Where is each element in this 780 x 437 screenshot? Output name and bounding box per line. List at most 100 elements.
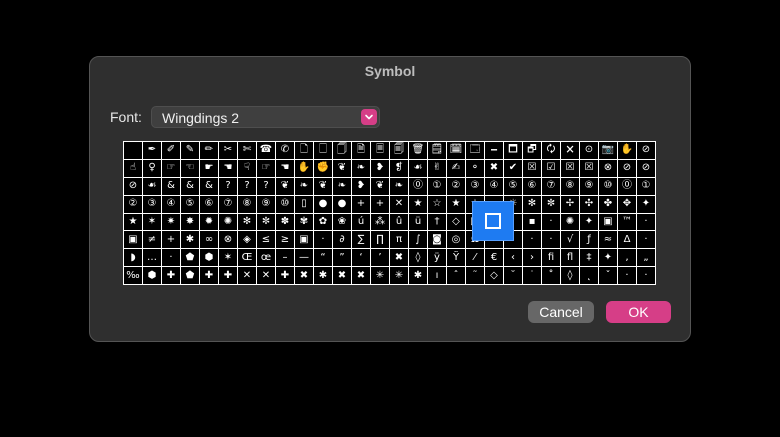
- symbol-cell[interactable]: 🗔: [466, 142, 484, 159]
- symbol-cell[interactable]: ❥: [371, 159, 389, 177]
- symbol-cell[interactable]: ✎: [181, 142, 199, 159]
- symbol-cell[interactable]: ⁄: [466, 249, 484, 267]
- symbol-cell[interactable]: ∑: [352, 231, 370, 249]
- symbol-cell[interactable]: ⑤: [181, 195, 199, 213]
- symbol-cell[interactable]: ①: [428, 177, 446, 195]
- symbol-cell[interactable]: ②: [447, 177, 465, 195]
- symbol-cell[interactable]: ▪: [523, 213, 541, 231]
- symbol-cell[interactable]: ✦: [580, 213, 598, 231]
- symbol-cell[interactable]: ⑤: [504, 177, 522, 195]
- symbol-cell[interactable]: ✺: [219, 213, 237, 231]
- symbol-cell[interactable]: ❦: [314, 177, 332, 195]
- symbol-cell[interactable]: ✂: [219, 142, 237, 159]
- symbol-cell[interactable]: ▣: [599, 213, 617, 231]
- ok-button[interactable]: OK: [606, 301, 671, 323]
- symbol-cell[interactable]: 🗌: [314, 142, 332, 159]
- symbol-cell[interactable]: ˚: [542, 267, 560, 284]
- symbol-cell[interactable]: +: [162, 231, 180, 249]
- symbol-cell[interactable]: ˛: [580, 267, 598, 284]
- symbol-cell[interactable]: ⑨: [580, 177, 598, 195]
- symbol-cell[interactable]: ·: [542, 213, 560, 231]
- symbol-cell[interactable]: ♀: [143, 159, 161, 177]
- symbol-cell[interactable]: ⑥: [200, 195, 218, 213]
- symbol-cell[interactable]: ✷: [162, 213, 180, 231]
- symbol-cell[interactable]: ✚: [162, 267, 180, 284]
- symbol-cell[interactable]: ✌: [428, 159, 446, 177]
- symbol-cell[interactable]: ◗: [124, 249, 142, 267]
- symbol-cell[interactable]: ⊘: [637, 159, 655, 177]
- symbol-cell[interactable]: ⊘: [618, 159, 636, 177]
- symbol-cell[interactable]: ★: [409, 195, 427, 213]
- symbol-cell[interactable]: 🗋: [295, 142, 313, 159]
- symbol-cell[interactable]: ✖: [485, 159, 503, 177]
- symbol-cell[interactable]: ✱: [181, 231, 199, 249]
- symbol-cell[interactable]: ☙: [409, 159, 427, 177]
- symbol-cell[interactable]: ™: [618, 213, 636, 231]
- symbol-cell[interactable]: ✶: [143, 213, 161, 231]
- symbol-cell[interactable]: ☜: [181, 159, 199, 177]
- symbol-cell[interactable]: ∞: [200, 231, 218, 249]
- symbol-cell[interactable]: ✶: [219, 249, 237, 267]
- symbol-cell[interactable]: 🗗: [523, 142, 541, 159]
- symbol-cell[interactable]: ✺: [561, 213, 579, 231]
- symbol-cell[interactable]: ⑧: [238, 195, 256, 213]
- symbol-cell[interactable]: 🗓: [447, 142, 465, 159]
- symbol-cell[interactable]: ˇ: [599, 267, 617, 284]
- symbol-cell[interactable]: Δ: [618, 231, 636, 249]
- symbol-cell[interactable]: ·: [637, 267, 655, 284]
- symbol-cell[interactable]: ②: [124, 195, 142, 213]
- symbol-cell[interactable]: ⬢: [143, 267, 161, 284]
- symbol-cell[interactable]: ⬢: [200, 249, 218, 267]
- symbol-cell[interactable]: 🗍: [333, 142, 351, 159]
- symbol-cell[interactable]: ⊗: [219, 231, 237, 249]
- symbol-cell[interactable]: ❧: [390, 177, 408, 195]
- symbol-cell[interactable]: ˆ: [447, 267, 465, 284]
- symbol-cell[interactable]: ‘: [352, 249, 370, 267]
- symbol-cell[interactable]: ✸: [181, 213, 199, 231]
- symbol-cell[interactable]: ⑨: [257, 195, 275, 213]
- symbol-cell[interactable]: ☒: [523, 159, 541, 177]
- symbol-cell[interactable]: ●: [333, 195, 351, 213]
- symbol-cell[interactable]: ✕: [238, 267, 256, 284]
- symbol-cell[interactable]: –: [276, 249, 294, 267]
- symbol-cell[interactable]: 📷: [599, 142, 617, 159]
- symbol-cell[interactable]: û: [390, 213, 408, 231]
- symbol-cell[interactable]: ✊: [314, 159, 332, 177]
- symbol-cell[interactable]: ☞: [162, 159, 180, 177]
- symbol-cell[interactable]: ❡: [390, 159, 408, 177]
- symbol-cell[interactable]: +: [352, 195, 370, 213]
- symbol-cell[interactable]: ✣: [580, 195, 598, 213]
- symbol-cell[interactable]: ≤: [257, 231, 275, 249]
- symbol-cell[interactable]: ☑: [542, 159, 560, 177]
- symbol-cell[interactable]: ◎: [447, 231, 465, 249]
- symbol-cell[interactable]: ✱: [314, 267, 332, 284]
- symbol-cell[interactable]: ✻: [523, 195, 541, 213]
- symbol-cell[interactable]: ˜: [466, 267, 484, 284]
- symbol-cell[interactable]: ·: [162, 249, 180, 267]
- symbol-cell[interactable]: ‰: [124, 267, 142, 284]
- symbol-cell[interactable]: ✚: [276, 267, 294, 284]
- symbol-cell[interactable]: ☞: [257, 159, 275, 177]
- symbol-cell[interactable]: ﬂ: [561, 249, 579, 267]
- symbol-cell[interactable]: ⑦: [219, 195, 237, 213]
- symbol-cell[interactable]: ◈: [238, 231, 256, 249]
- symbol-cell[interactable]: ·: [523, 231, 541, 249]
- symbol-cell[interactable]: ✔: [504, 159, 522, 177]
- symbol-cell[interactable]: ✹: [200, 213, 218, 231]
- symbol-cell[interactable]: ☝: [124, 159, 142, 177]
- symbol-cell[interactable]: ✖: [295, 267, 313, 284]
- cancel-button[interactable]: Cancel: [528, 301, 594, 323]
- symbol-cell[interactable]: ‹: [504, 249, 522, 267]
- symbol-cell[interactable]: ✕: [390, 195, 408, 213]
- symbol-cell[interactable]: ≈: [599, 231, 617, 249]
- symbol-cell[interactable]: &: [162, 177, 180, 195]
- symbol-cell[interactable]: Ÿ: [447, 249, 465, 267]
- symbol-cell[interactable]: ✕: [257, 267, 275, 284]
- symbol-cell[interactable]: ⓪: [618, 177, 636, 195]
- symbol-cell[interactable]: ˙: [523, 267, 541, 284]
- symbol-cell[interactable]: ☚: [219, 159, 237, 177]
- symbol-cell[interactable]: ﬁ: [542, 249, 560, 267]
- symbol-cell[interactable]: ?: [238, 177, 256, 195]
- symbol-cell[interactable]: €: [485, 249, 503, 267]
- symbol-cell[interactable]: ◇: [447, 213, 465, 231]
